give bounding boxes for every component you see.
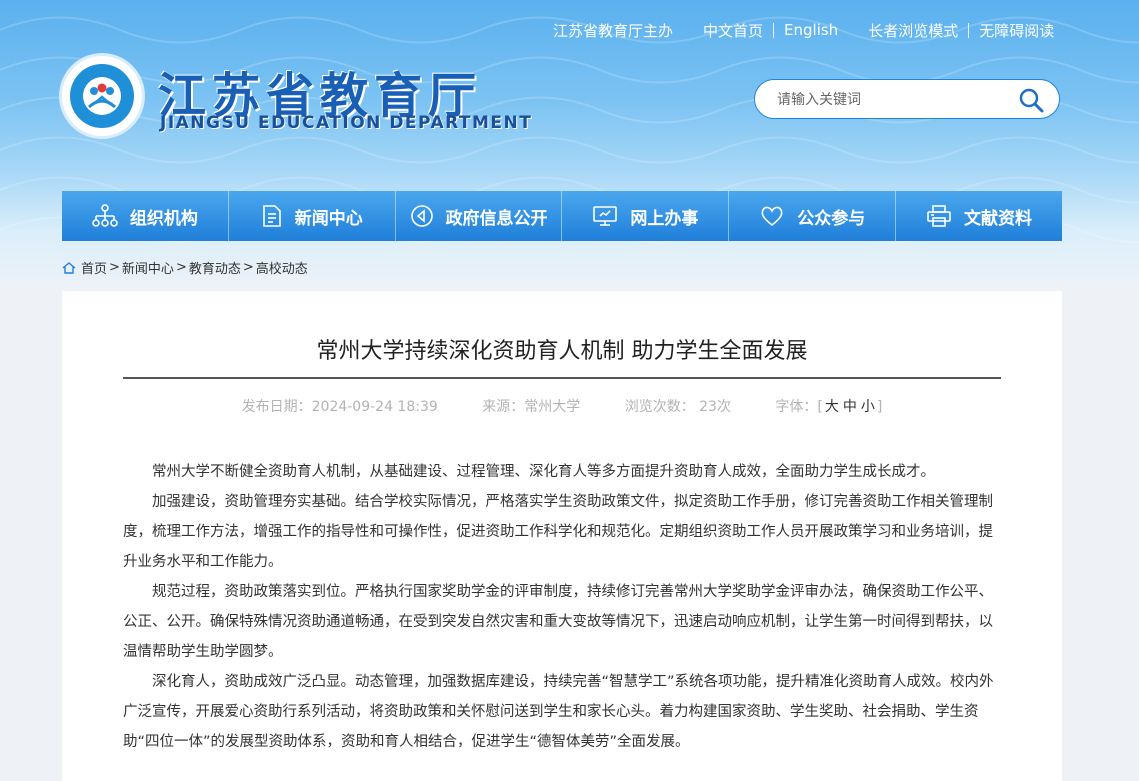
- breadcrumb-edu-news[interactable]: 教育动态: [189, 258, 241, 277]
- search-box: [754, 79, 1060, 119]
- home-icon: [62, 261, 76, 274]
- nav-item-documents[interactable]: 文献资料: [896, 191, 1062, 241]
- document-icon: [262, 205, 281, 227]
- breadcrumb-home[interactable]: 首页: [81, 258, 107, 277]
- english-link[interactable]: English: [784, 21, 838, 39]
- publish-date: 发布日期：2024-09-24 18:39: [241, 399, 438, 415]
- divider: [968, 22, 970, 38]
- article-meta: 发布日期：2024-09-24 18:39 来源：常州大学 浏览次数： 23次 …: [62, 396, 1062, 416]
- nav-label: 网上办事: [630, 208, 699, 229]
- header-banner: [0, 0, 1139, 290]
- printer-icon: [927, 205, 951, 227]
- chinese-home-link[interactable]: 中文首页: [703, 20, 763, 41]
- breadcrumb: 首页 > 新闻中心 > 教育动态 > 高校动态: [62, 258, 308, 277]
- nav-item-gov-info[interactable]: 政府信息公开: [396, 191, 563, 241]
- nav-item-online-service[interactable]: 网上办事: [562, 191, 730, 241]
- font-size-label: 字体：: [775, 399, 818, 415]
- heart-icon: [761, 206, 783, 227]
- article-title: 常州大学持续深化资助育人机制 助力学生全面发展: [316, 339, 808, 364]
- article-paragraph: 加强建设，资助管理夯实基础。结合学校实际情况，严格落实学生资助政策文件，拟定资助…: [123, 494, 993, 570]
- nav-label: 文献资料: [964, 208, 1033, 229]
- main-nav: 组织机构 新闻中心 政府信息公开 网上办事 公众参与 文献资料: [62, 191, 1062, 241]
- title-divider: [123, 377, 1001, 379]
- divider: [773, 22, 775, 38]
- nav-item-news[interactable]: 新闻中心: [229, 191, 396, 241]
- article-body: 常州大学不断健全资助育人机制，从基础建设、过程管理、深化育人等多方面提升资助育人…: [123, 457, 1001, 757]
- view-count: 浏览次数： 23次: [624, 399, 731, 415]
- site-subtitle: JIANGSU EDUCATION DEPARTMENT: [160, 113, 533, 133]
- accessibility-link[interactable]: 无障碍阅读: [979, 20, 1054, 41]
- article-paragraph: 规范过程，资助政策落实到位。严格执行国家奖助学金的评审制度，持续修订完善常州大学…: [123, 584, 993, 660]
- nav-item-org[interactable]: 组织机构: [62, 191, 229, 241]
- breadcrumb-news[interactable]: 新闻中心: [122, 258, 174, 277]
- article-paragraph: 深化育人，资助成效广泛凸显。动态管理，加强数据库建设，持续完善“智慧学工”系统各…: [123, 674, 994, 750]
- article-card: 常州大学持续深化资助育人机制 助力学生全面发展 发布日期：2024-09-24 …: [62, 291, 1062, 781]
- top-links: 江苏省教育厅主办 中文首页 English 长者浏览模式 无障碍阅读: [553, 20, 1054, 40]
- speaker-icon: [410, 205, 433, 227]
- article-source: 来源：常州大学: [482, 399, 581, 415]
- font-small-button[interactable]: 小: [861, 399, 875, 415]
- emblem-icon: [87, 83, 117, 109]
- search-icon[interactable]: [1017, 86, 1045, 114]
- site-logo[interactable]: [62, 56, 142, 136]
- nav-label: 公众参与: [797, 208, 866, 229]
- search-input[interactable]: [775, 89, 1009, 111]
- nav-label: 组织机构: [129, 208, 198, 229]
- elder-mode-link[interactable]: 长者浏览模式: [868, 20, 958, 41]
- article-paragraph: 常州大学不断健全资助育人机制，从基础建设、过程管理、深化育人等多方面提升资助育人…: [152, 464, 935, 480]
- font-medium-button[interactable]: 中: [843, 399, 857, 415]
- breadcrumb-university-news[interactable]: 高校动态: [256, 258, 308, 277]
- font-size-control: 字体：[大中小]: [775, 399, 883, 415]
- org-chart-icon: [92, 204, 118, 227]
- font-large-button[interactable]: 大: [825, 399, 839, 415]
- wave-pattern: [0, 16, 1139, 244]
- monitor-icon: [593, 206, 618, 226]
- host-link[interactable]: 江苏省教育厅主办: [553, 20, 673, 41]
- nav-label: 政府信息公开: [445, 208, 548, 229]
- nav-item-public[interactable]: 公众参与: [729, 191, 897, 241]
- nav-label: 新闻中心: [294, 208, 363, 229]
